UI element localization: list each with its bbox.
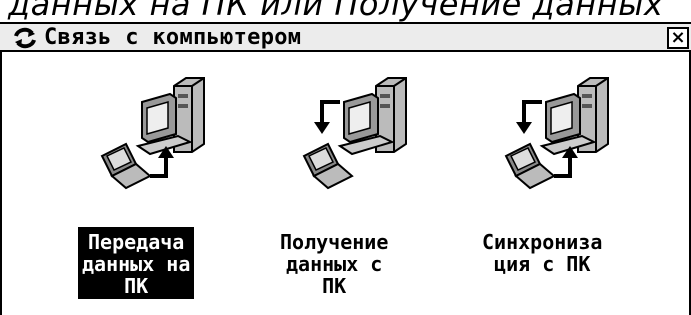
pc-send-icon [100,77,205,190]
pc-receive-icon [302,77,407,190]
pc-sync-icon [504,77,609,190]
document-caption: данных на ПК или Получение данных [8,0,664,22]
sync-arrows-icon [14,27,36,49]
sync-with-pc-label: Синхрониза ция с ПК [482,230,603,276]
dialog-window: Связь с компьютером × Передача данных на [0,22,691,315]
receive-from-pc-label: Получение данных с ПК [280,230,389,298]
titlebar: Связь с компьютером × [0,22,691,52]
window-left-border [0,52,2,315]
send-to-pc-button[interactable]: Передача данных на ПК [70,72,230,302]
window-title: Связь с компьютером [44,25,302,50]
receive-from-pc-button[interactable]: Получение данных с ПК [272,72,432,302]
send-to-pc-label: Передача данных на ПК [78,227,195,299]
close-button[interactable]: × [667,27,689,49]
sync-with-pc-button[interactable]: Синхрониза ция с ПК [474,72,634,302]
